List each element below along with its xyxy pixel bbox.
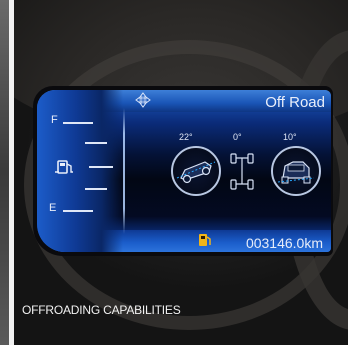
fuel-tick (89, 166, 113, 168)
axle-angle-readout: 0° (233, 132, 242, 142)
cluster-screen: F E Off Road 22° 0° 10° 003146.0km (37, 90, 331, 252)
mode-title: Off Road (265, 94, 325, 111)
gauge-divider (123, 108, 125, 234)
navigation-arrows-icon (135, 92, 151, 108)
fuel-gauge-panel: F E (37, 90, 123, 252)
pitch-angle-readout: 22° (179, 132, 193, 142)
low-fuel-warning-icon (199, 234, 211, 246)
fuel-pump-icon (55, 160, 73, 174)
photo-caption: OFFROADING CAPABILITIES (22, 303, 181, 317)
fuel-empty-label: E (49, 202, 57, 214)
roll-inclinometer-dial (271, 146, 321, 196)
pitch-vehicle-icon (176, 161, 216, 184)
fuel-tick (63, 122, 93, 124)
fuel-tick (85, 142, 107, 144)
odometer-readout: 003146.0km (245, 235, 323, 251)
fuel-tick (85, 188, 107, 190)
roll-angle-readout: 10° (283, 132, 297, 142)
instrument-cluster-photo: F E Off Road 22° 0° 10° 003146.0km OFFRO… (14, 0, 348, 345)
drivetrain-icon (230, 153, 254, 190)
roll-vehicle-icon (277, 161, 315, 184)
fuel-tick (63, 210, 93, 212)
fuel-full-label: F (51, 114, 58, 126)
adjacent-photo-edge (0, 0, 9, 345)
pitch-inclinometer-dial (171, 146, 221, 196)
